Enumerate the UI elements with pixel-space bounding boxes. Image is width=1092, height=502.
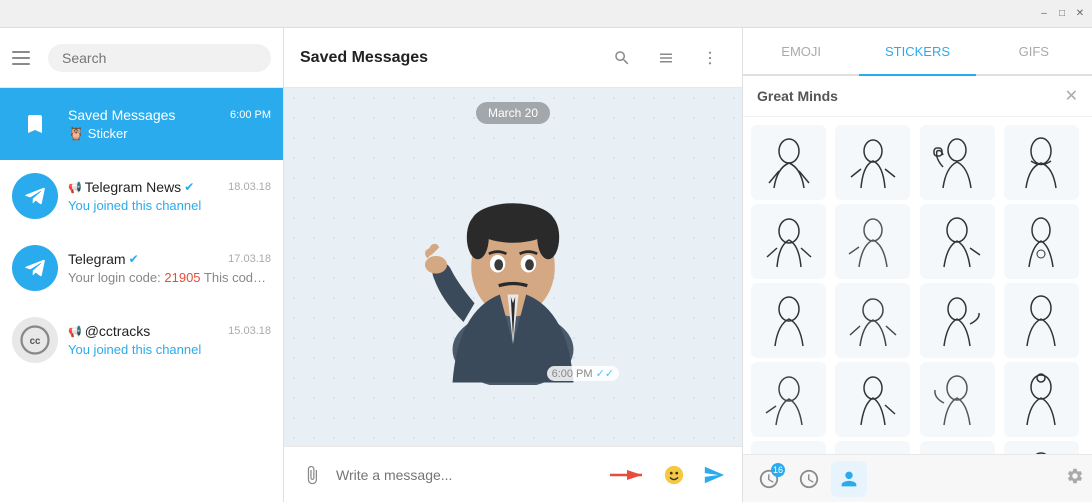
sticker-cell-4[interactable] [1004,125,1079,200]
chat-preview-news: You joined this channel [68,198,271,213]
chat-name-telegram: Telegram ✔ [68,251,139,267]
app-container: Saved Messages 6:00 PM 🦉 Sticker 📢 Teleg… [0,28,1092,502]
emoji-button[interactable] [658,459,690,491]
panel-header: Great Minds ✕ [743,76,1092,117]
chat-name-saved: Saved Messages [68,107,175,123]
search-input[interactable] [48,44,271,72]
minimize-button[interactable]: – [1036,6,1052,22]
sticker-cell-16[interactable] [1004,362,1079,437]
sticker-cell-1[interactable] [751,125,826,200]
verified-icon-telegram: ✔ [129,252,139,266]
tab-emoji[interactable]: EMOJI [743,28,859,76]
chat-info-telegram-news: 📢 Telegram News ✔ 18.03.18 You joined th… [68,179,271,213]
sticker-cell-13[interactable] [751,362,826,437]
tab-stickers[interactable]: STICKERS [859,28,975,76]
recent-stickers-button[interactable]: 16 [751,461,787,497]
sticker-cell-2[interactable] [835,125,910,200]
chat-background: March 20 [284,88,742,446]
sticker-message: 6:00 PM ✓✓ [403,138,623,385]
chat-list: Saved Messages 6:00 PM 🦉 Sticker 📢 Teleg… [0,88,283,502]
sticker-grid [743,117,1092,454]
chat-time-saved: 6:00 PM [230,109,271,121]
chat-name-cctracks: 📢 @cctracks [68,323,150,339]
close-panel-button[interactable]: ✕ [1065,86,1078,106]
sticker-cell-6[interactable] [835,204,910,279]
chat-name-row-cctracks: 📢 @cctracks 15.03.18 [68,323,271,339]
hamburger-button[interactable] [12,44,40,72]
chat-preview-telegram: Your login code: 21905 This code … [68,270,271,285]
sidebar-header [0,28,283,88]
badge-count: 16 [771,463,785,477]
chat-name-row-telegram: Telegram ✔ 17.03.18 [68,251,271,267]
chat-item-cctracks[interactable]: cc 📢 @cctracks 15.03.18 You joined this … [0,304,283,376]
attach-button[interactable] [296,459,328,491]
avatar-telegram [12,245,58,291]
arrow-indicator [610,465,650,485]
columns-button[interactable] [650,42,682,74]
sticker-cell-10[interactable] [835,283,910,358]
chat-time-telegram: 17.03.18 [228,253,271,265]
sticker-cell-14[interactable] [835,362,910,437]
pack-title: Great Minds [757,88,838,104]
svg-text:cc: cc [30,336,41,347]
red-arrow-svg [610,465,650,485]
avatar-saved [12,101,58,147]
chat-area: Saved Messages March 20 [284,28,742,502]
chat-input-bar [284,446,742,502]
chat-name-row-telegram-news: 📢 Telegram News ✔ 18.03.18 [68,179,271,195]
title-bar: – □ ✕ [0,0,1092,28]
chat-item-telegram[interactable]: Telegram ✔ 17.03.18 Your login code: 219… [0,232,283,304]
chat-name-telegram-news: 📢 Telegram News ✔ [68,179,194,195]
megaphone-icon-cc: 📢 [68,325,82,338]
sticker-cell-11[interactable] [920,283,995,358]
message-time: 6:00 PM ✓✓ [547,366,619,381]
chat-info-telegram: Telegram ✔ 17.03.18 Your login code: 219… [68,251,271,285]
chat-preview-cctracks: You joined this channel [68,342,271,357]
panel-footer: 16 [743,454,1092,502]
chat-info-cctracks: 📢 @cctracks 15.03.18 You joined this cha… [68,323,271,357]
sticker-cell-17[interactable] [751,441,826,454]
chat-time-cctracks: 15.03.18 [228,325,271,337]
avatar-cctracks: cc [12,317,58,363]
clock-button[interactable] [791,461,827,497]
sticker-cell-19[interactable] [920,441,995,454]
sticker-cell-12[interactable] [1004,283,1079,358]
sticker-cell-20[interactable] [1004,441,1079,454]
verified-icon-news: ✔ [184,180,194,194]
person-button[interactable] [831,461,867,497]
send-button[interactable] [698,459,730,491]
sticker-cell-5[interactable] [751,204,826,279]
sidebar: Saved Messages 6:00 PM 🦉 Sticker 📢 Teleg… [0,28,284,502]
maximize-button[interactable]: □ [1054,6,1070,22]
chat-title: Saved Messages [300,49,594,67]
sticker-cell-8[interactable] [1004,204,1079,279]
tab-gifs[interactable]: GIFS [976,28,1092,76]
message-container: 6:00 PM ✓✓ [300,138,726,385]
panel-tabs: EMOJI STICKERS GIFS [743,28,1092,76]
chat-preview-saved: 🦉 Sticker [68,126,271,142]
chat-name-row-saved: Saved Messages 6:00 PM [68,107,271,123]
sticker-cell-18[interactable] [835,441,910,454]
sticker-cell-15[interactable] [920,362,995,437]
sticker-cell-7[interactable] [920,204,995,279]
date-badge: March 20 [300,104,726,122]
chat-item-saved[interactable]: Saved Messages 6:00 PM 🦉 Sticker [0,88,283,160]
sticker-svg [403,138,623,385]
check-icon: ✓✓ [596,367,614,380]
sticker-cell-9[interactable] [751,283,826,358]
message-input[interactable] [336,467,602,483]
chat-info-saved: Saved Messages 6:00 PM 🦉 Sticker [68,107,271,142]
megaphone-icon-news: 📢 [68,181,82,194]
sticker-cell-3[interactable] [920,125,995,200]
more-options-button[interactable] [694,42,726,74]
sticker-panel: EMOJI STICKERS GIFS Great Minds ✕ [742,28,1092,502]
search-chat-button[interactable] [606,42,638,74]
gear-button[interactable] [1066,467,1084,490]
chat-time-news: 18.03.18 [228,181,271,193]
chat-item-telegram-news[interactable]: 📢 Telegram News ✔ 18.03.18 You joined th… [0,160,283,232]
close-button[interactable]: ✕ [1072,6,1088,22]
highlight-code: 21905 [164,270,200,285]
chat-header: Saved Messages [284,28,742,88]
avatar-telegram-news [12,173,58,219]
